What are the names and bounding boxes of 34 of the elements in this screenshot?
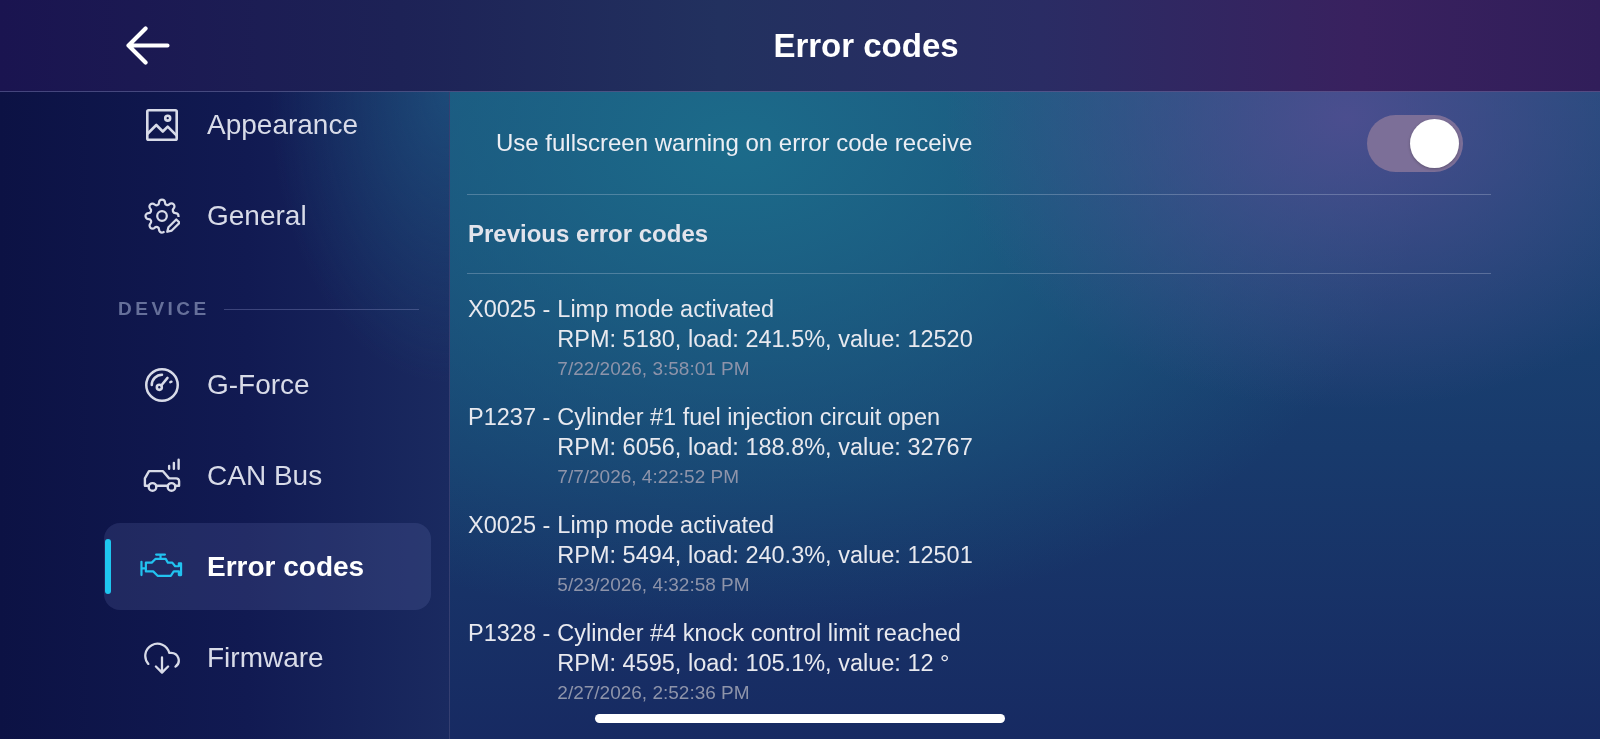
selection-marker-icon [105, 539, 111, 594]
sidebar-item[interactable]: CAN Bus [104, 432, 431, 519]
car-icon [143, 458, 181, 493]
setting-label: Use fullscreen warning on error code receive [496, 129, 973, 157]
section-label: DEVICE [118, 300, 210, 318]
error-details: RPM: 5494, load: 240.3%, value: 12501 [557, 541, 973, 570]
error-description: Limp mode activated [557, 511, 776, 540]
section-title: Previous error codes [468, 220, 709, 248]
sidebar-item[interactable]: G-Force [104, 341, 431, 428]
cloud-download-icon [144, 640, 180, 675]
error-timestamp: 7/22/2026, 3:58:01 PM [557, 357, 751, 381]
sidebar-item[interactable]: Appearance [104, 92, 431, 168]
error-description: Cylinder #4 knock control limit reached [557, 619, 961, 648]
error-details: RPM: 6056, load: 188.8%, value: 32767 [557, 433, 973, 462]
sidebar-item[interactable]: General [104, 172, 431, 259]
error-timestamp: 7/7/2026, 4:22:52 PM [557, 465, 740, 489]
error-timestamp: 5/23/2026, 4:32:58 PM [557, 573, 751, 597]
error-details: RPM: 5180, load: 241.5%, value: 12520 [557, 325, 973, 354]
error-timestamp: 2/27/2026, 2:52:36 PM [557, 681, 751, 705]
error-code: P1328 - [468, 619, 551, 648]
screen-title: Error codes [772, 26, 960, 65]
toggle-switch[interactable] [1367, 114, 1463, 172]
sidebar-item[interactable]: Error codes [104, 523, 431, 610]
error-description: Cylinder #1 fuel injection circuit open [557, 403, 942, 432]
error-description: Limp mode activated [557, 295, 776, 324]
image-icon [146, 108, 178, 141]
error-details: RPM: 4595, load: 105.1%, value: 12 ° [557, 649, 951, 678]
back-arrow-icon [126, 26, 170, 65]
error-code: X0025 - [468, 511, 551, 540]
gauge-icon [145, 367, 179, 402]
error-code: X0025 - [468, 295, 551, 324]
sidebar-item[interactable]: Firmware [104, 614, 431, 701]
settings-icon [144, 197, 180, 234]
error-code: P1237 - [468, 403, 551, 432]
